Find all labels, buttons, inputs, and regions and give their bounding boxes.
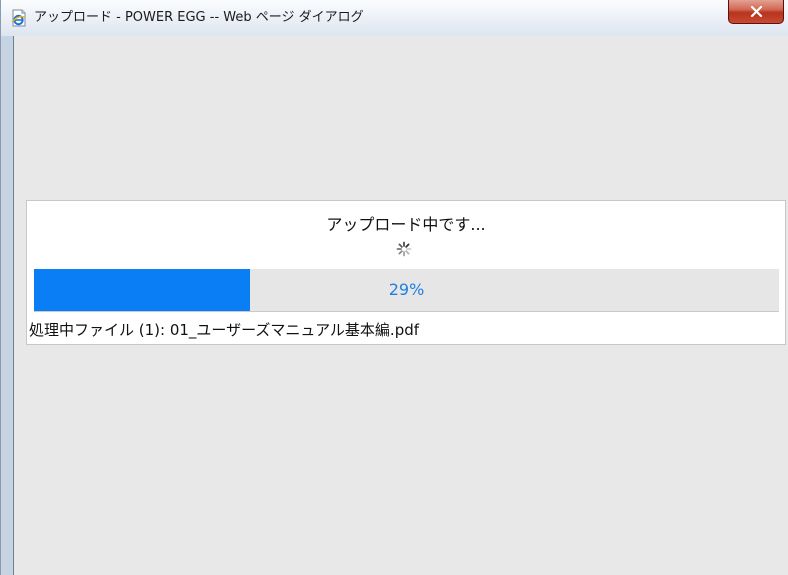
window-title: アップロード - POWER EGG -- Web ページ ダイアログ (34, 10, 364, 25)
close-button[interactable] (728, 0, 784, 24)
spinner-icon (396, 241, 412, 257)
progress-bar: 29% (34, 269, 779, 311)
dialog-window: アップロード - POWER EGG -- Web ページ ダイアログ アップロ… (0, 0, 788, 575)
spinner-spoke (398, 243, 403, 248)
upload-progress-panel: アップロード中です... 29% 処理中ファイル (1): 01_ユーザーズマニ… (26, 200, 786, 345)
title-bar[interactable]: アップロード - POWER EGG -- Web ページ ダイアログ (1, 0, 788, 36)
spinner-spoke (398, 250, 403, 255)
processing-file-label: 処理中ファイル (1): 01_ユーザーズマニュアル基本編.pdf (29, 321, 420, 339)
spinner-spoke (405, 243, 410, 248)
progress-percent-label: 29% (388, 280, 425, 299)
spinner-spoke (405, 250, 410, 255)
close-icon (750, 6, 763, 17)
divider (34, 311, 779, 312)
upload-status-text: アップロード中です... (326, 215, 486, 234)
ie-page-icon (10, 9, 28, 27)
